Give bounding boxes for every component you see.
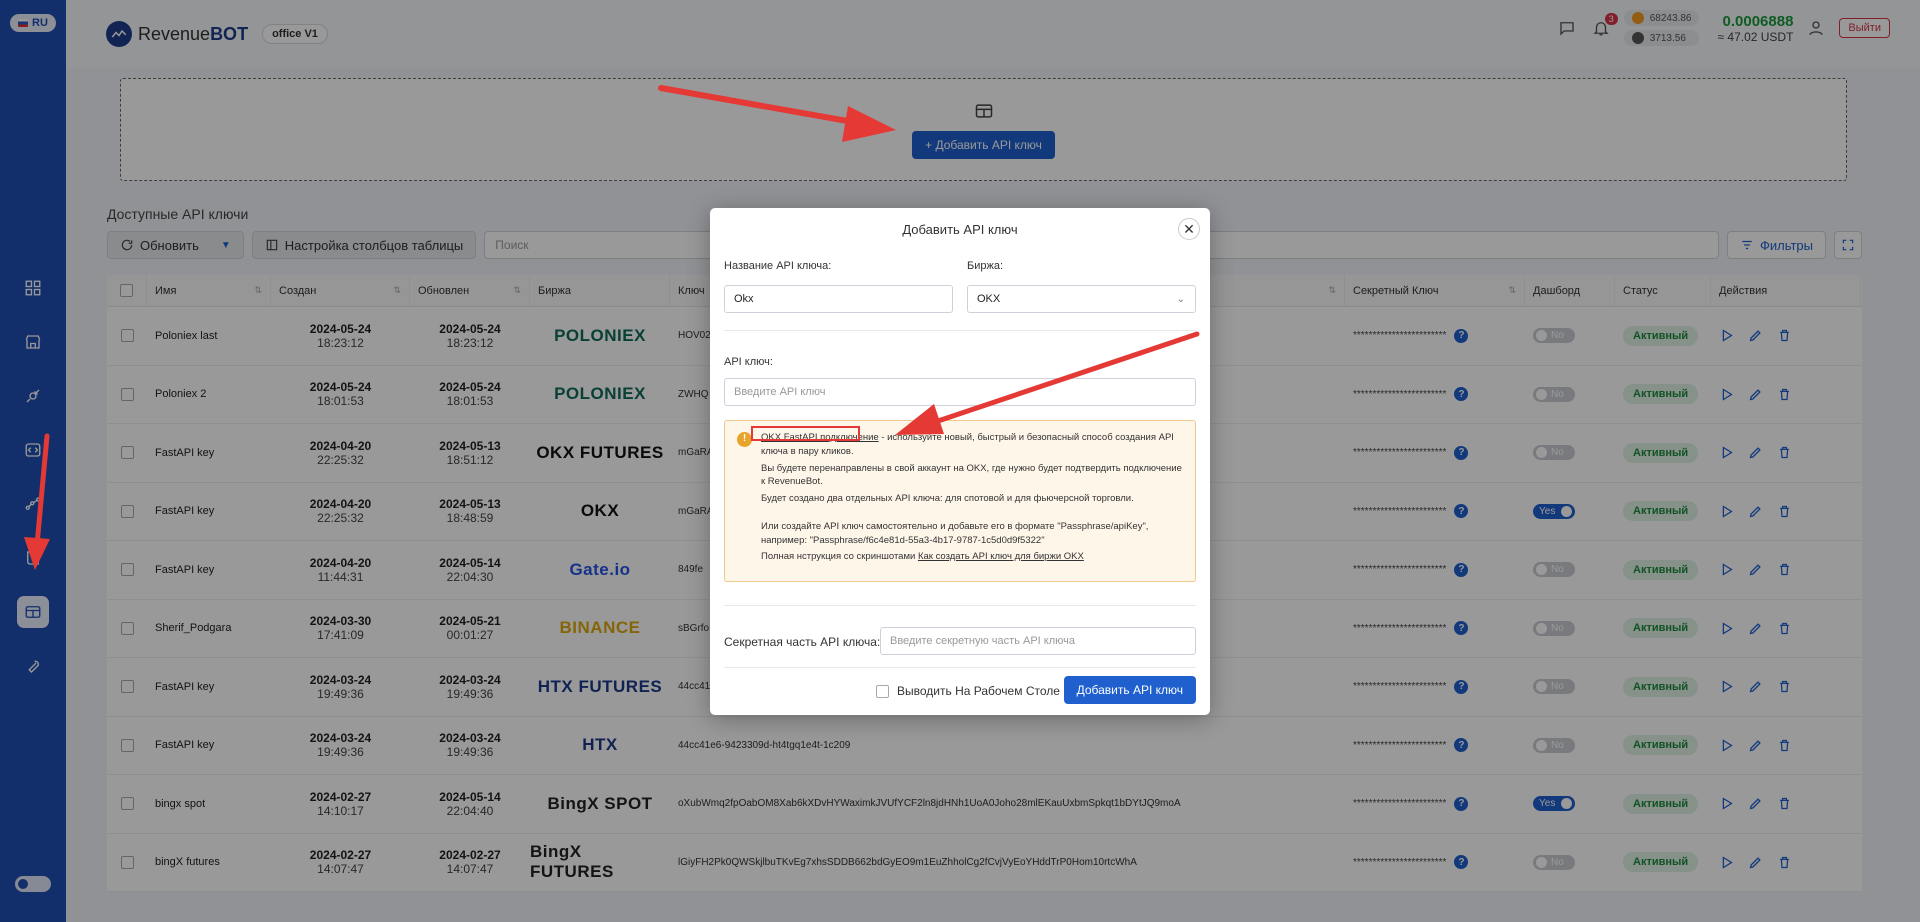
- add-api-key-modal: Добавить API ключ ✕ Название API ключа: …: [710, 208, 1210, 715]
- alert-line-3: Будет создано два отдельных API ключа: д…: [761, 493, 1134, 505]
- chevron-down-icon: ⌄: [1176, 293, 1185, 305]
- okx-info-alert: ! OKX FastAPI подключение - используйте …: [724, 420, 1196, 582]
- key-name-label: Название API ключа:: [724, 260, 832, 272]
- desktop-checkbox-label: Выводить На Рабочем Столе: [897, 684, 1060, 698]
- key-name-input[interactable]: Okx: [724, 285, 953, 313]
- divider: [724, 605, 1196, 606]
- exchange-label: Биржа:: [967, 260, 1004, 272]
- divider: [724, 667, 1196, 668]
- close-icon: ✕: [1183, 220, 1195, 237]
- api-key-input[interactable]: Введите API ключ: [724, 378, 1196, 406]
- warning-icon: !: [737, 432, 752, 447]
- exchange-select[interactable]: OKX ⌄: [967, 285, 1196, 313]
- desktop-checkbox[interactable]: [876, 684, 889, 698]
- alert-line-4: Или создайте API ключ самостоятельно и д…: [761, 520, 1149, 546]
- alert-line-5: Полная нструкция со скриншотами Как созд…: [761, 550, 1185, 564]
- close-button[interactable]: ✕: [1178, 218, 1200, 240]
- alert-line-2: Вы будете перенаправлены в свой аккаунт …: [761, 462, 1182, 488]
- exchange-select-value: OKX: [977, 293, 1001, 305]
- secret-label: Секретная часть API ключа:: [724, 635, 881, 649]
- okx-guide-link[interactable]: Как создать API ключ для биржи OKX: [918, 551, 1084, 562]
- alert-line-5-text: Полная нструкция со скриншотами: [761, 551, 918, 563]
- secret-input[interactable]: Введите секретную часть API ключа: [880, 627, 1196, 655]
- divider: [724, 330, 1196, 331]
- modal-title: Добавить API ключ: [902, 222, 1018, 237]
- annotation-highlight-box: [751, 426, 860, 441]
- desktop-checkbox-row[interactable]: Выводить На Рабочем Столе: [876, 684, 1060, 698]
- api-key-label: API ключ:: [724, 356, 773, 368]
- submit-api-key-button[interactable]: Добавить API ключ: [1063, 676, 1196, 704]
